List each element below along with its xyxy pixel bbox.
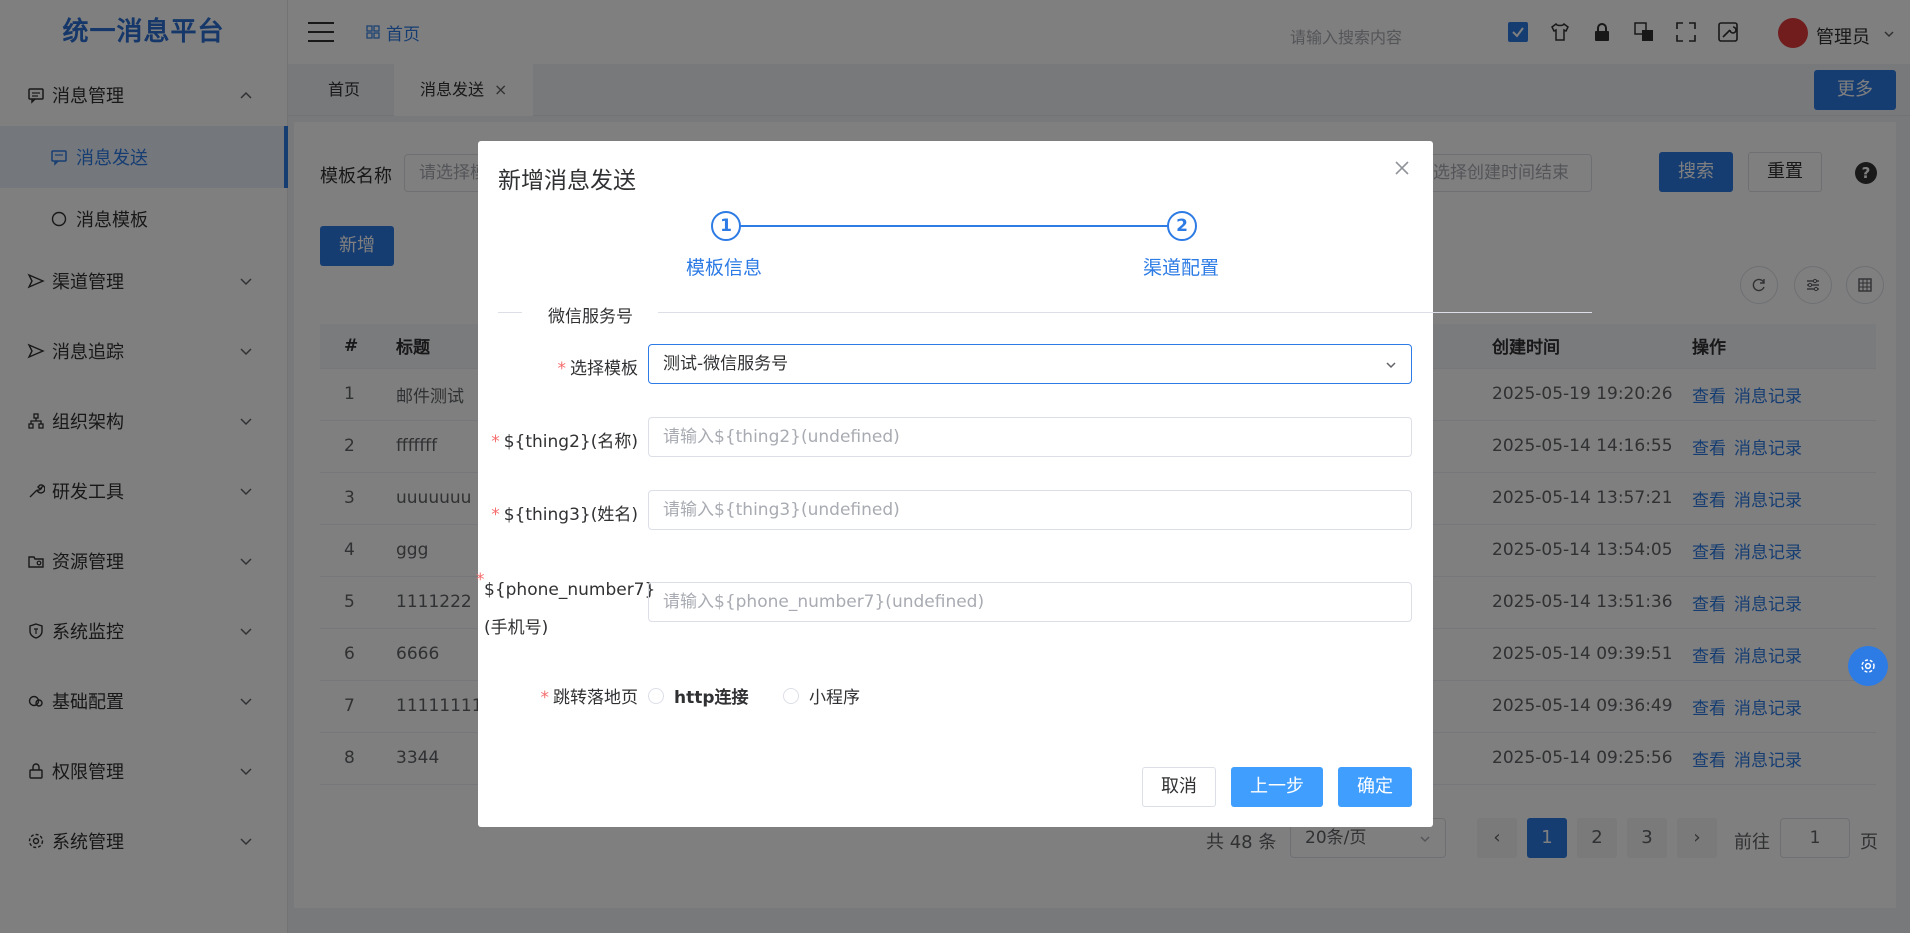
radio-mini-program[interactable]: 小程序 — [783, 683, 860, 708]
steps-connector — [726, 225, 1182, 227]
radio-label: 小程序 — [809, 688, 860, 708]
confirm-button[interactable]: 确定 — [1338, 767, 1412, 807]
phone-number-label: * ${phone_number7} (手机号) — [476, 570, 656, 647]
dialog-title: 新增消息发送 — [498, 168, 636, 194]
required-mark: * — [476, 570, 485, 590]
label-text: ${phone_number7} — [484, 580, 656, 600]
label-text: 选择模板 — [570, 359, 638, 379]
landing-page-label: * 跳转落地页 — [518, 683, 639, 708]
settings-float-gear-icon[interactable] — [1848, 646, 1888, 686]
phone-number-input[interactable]: 请输入${phone_number7}(undefined) — [648, 582, 1412, 622]
chevron-down-icon — [1386, 362, 1396, 369]
radio-circle — [648, 687, 664, 704]
template-select-value: 测试-微信服务号 — [663, 354, 789, 374]
label-text: ${thing3}(姓名) — [503, 505, 638, 525]
label-text: ${thing2}(名称) — [503, 432, 638, 452]
step-2-indicator: 2 — [1167, 211, 1197, 241]
radio-label: http连接 — [674, 688, 749, 708]
thing2-input[interactable]: 请输入${thing2}(undefined) — [648, 417, 1412, 457]
thing3-input[interactable]: 请输入${thing3}(undefined) — [648, 490, 1412, 530]
previous-step-button[interactable]: 上一步 — [1231, 767, 1323, 807]
template-select[interactable]: 测试-微信服务号 — [648, 344, 1412, 384]
divider-line — [498, 312, 522, 313]
step-1-label: 模板信息 — [686, 257, 763, 279]
required-mark: * — [491, 505, 500, 525]
required-mark: * — [557, 359, 567, 379]
divider-line — [658, 312, 1592, 313]
add-message-send-dialog: 新增消息发送 1 2 模板信息 渠道配置 微信服务号 * 选择模板 测试-微信服务… — [476, 141, 1592, 827]
label-text: (手机号) — [484, 618, 549, 638]
step-1-indicator: 1 — [711, 211, 741, 241]
label-text: 跳转落地页 — [553, 688, 638, 708]
radio-circle — [783, 687, 799, 704]
thing3-label: * ${thing3}(姓名) — [488, 500, 638, 525]
required-mark: * — [540, 688, 550, 708]
required-mark: * — [491, 432, 500, 452]
select-template-label: * 选择模板 — [518, 354, 639, 379]
close-icon[interactable] — [1393, 159, 1411, 177]
radio-http-link[interactable]: http连接 — [648, 683, 749, 708]
thing2-label: * ${thing2}(名称) — [488, 427, 638, 452]
section-title: 微信服务号 — [548, 307, 633, 327]
step-2-label: 渠道配置 — [1143, 257, 1220, 279]
cancel-button[interactable]: 取消 — [1142, 767, 1216, 807]
